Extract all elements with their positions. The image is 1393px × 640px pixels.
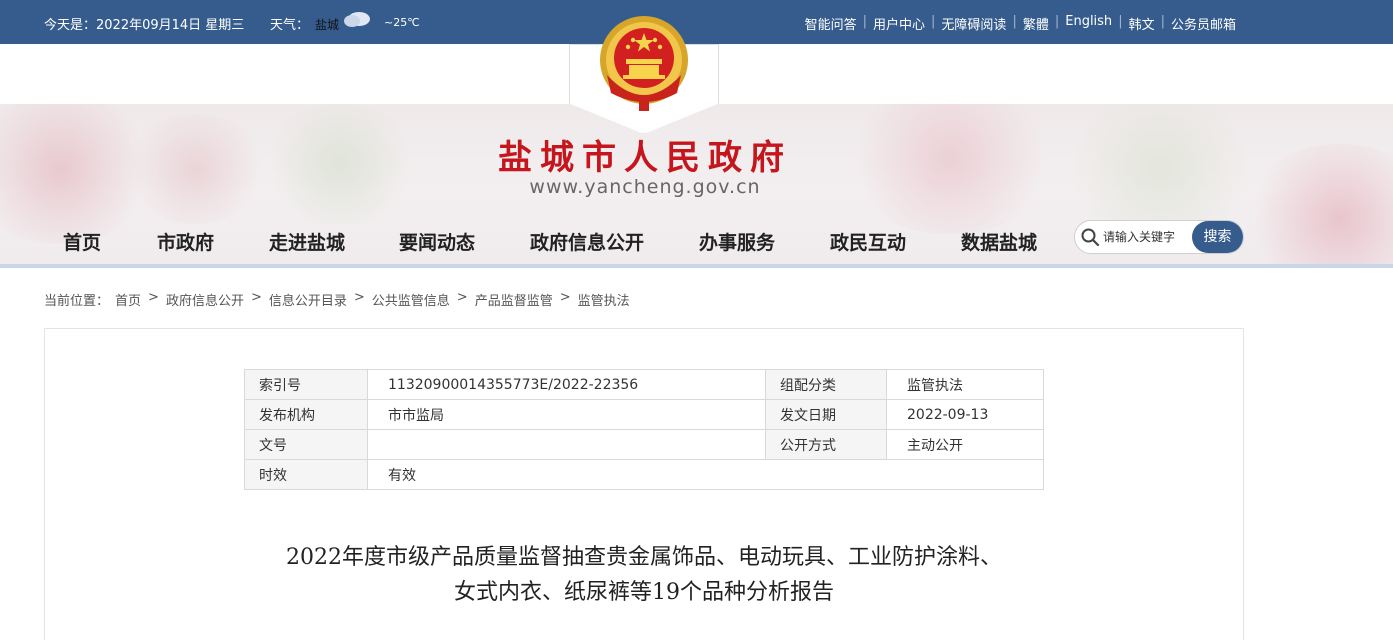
meta-key: 组配分类 xyxy=(765,369,887,400)
link-civil-servant-mail[interactable]: 公务员邮箱 xyxy=(1171,14,1236,33)
breadcrumb-item-enforcement[interactable]: 监管执法 xyxy=(578,290,630,309)
link-separator: | xyxy=(1012,14,1017,29)
meta-key: 公开方式 xyxy=(765,429,887,460)
meta-value: 有效 xyxy=(367,459,1044,490)
breadcrumb: 当前位置： 首页 > 政府信息公开 > 信息公开目录 > 公共监管信息 > 产品… xyxy=(44,290,630,309)
nav-item-about-yancheng[interactable]: 走进盐城 xyxy=(269,228,345,255)
meta-key: 索引号 xyxy=(244,369,368,400)
link-separator: | xyxy=(1160,14,1165,29)
link-separator: | xyxy=(862,14,868,29)
breadcrumb-item-home[interactable]: 首页 xyxy=(115,290,141,309)
link-separator: | xyxy=(1054,14,1060,29)
meta-value xyxy=(367,429,766,460)
breadcrumb-separator: > xyxy=(353,290,365,305)
search-button[interactable]: 搜索 xyxy=(1192,221,1243,253)
meta-value: 2022-09-13 xyxy=(886,399,1044,430)
site-title: 盐城市人民政府 xyxy=(498,138,792,178)
nav-item-city-government[interactable]: 市政府 xyxy=(157,228,214,255)
national-emblem-icon xyxy=(600,16,688,111)
cloud-rain-icon xyxy=(344,12,370,35)
meta-value: 11320900014355773E/2022-22356 xyxy=(367,369,766,400)
weather-city: 盐城 xyxy=(315,18,340,32)
breadcrumb-item-public-supervision[interactable]: 公共监管信息 xyxy=(372,290,450,309)
nav-item-news[interactable]: 要闻动态 xyxy=(399,228,475,255)
nav-item-interaction[interactable]: 政民互动 xyxy=(830,228,906,255)
nav-divider xyxy=(0,264,1393,268)
top-bar: 今天是：2022年09月14日 星期三 天气： 盐城 ~25℃ 智能问答 | 用… xyxy=(0,0,1393,44)
breadcrumb-item-gov-info[interactable]: 政府信息公开 xyxy=(166,290,244,309)
link-user-center[interactable]: 用户中心 xyxy=(873,14,925,33)
breadcrumb-item-product-supervision[interactable]: 产品监督监管 xyxy=(475,290,553,309)
meta-value: 主动公开 xyxy=(886,429,1044,460)
document-title: 2022年度市级产品质量监督抽查贵金属饰品、电动玩具、工业防护涂料、 女式内衣、… xyxy=(244,540,1044,610)
link-separator: | xyxy=(1118,14,1123,29)
breadcrumb-separator: > xyxy=(456,290,468,305)
link-english[interactable]: English xyxy=(1065,14,1112,33)
top-links: 智能问答 | 用户中心 | 无障碍阅读 | 繁體 | English | 韩文 … xyxy=(805,14,1236,33)
meta-key: 时效 xyxy=(244,459,368,490)
nav-item-gov-info-disclosure[interactable]: 政府信息公开 xyxy=(530,228,644,255)
link-korean[interactable]: 韩文 xyxy=(1129,14,1155,33)
document-title-line: 2022年度市级产品质量监督抽查贵金属饰品、电动玩具、工业防护涂料、 xyxy=(286,545,1002,570)
meta-value: 监管执法 xyxy=(886,369,1044,400)
link-separator: | xyxy=(931,14,936,29)
weather-label: 天气： xyxy=(270,18,310,33)
link-smart-qa[interactable]: 智能问答 xyxy=(805,14,857,33)
nav-item-services[interactable]: 办事服务 xyxy=(699,228,775,255)
table-row: 时效 有效 xyxy=(244,459,1044,490)
site-url: www.yancheng.gov.cn xyxy=(529,176,761,198)
weather-temp: ~25℃ xyxy=(384,16,420,29)
search-input[interactable] xyxy=(1103,228,1189,246)
meta-value: 市市监局 xyxy=(367,399,766,430)
link-traditional-chinese[interactable]: 繁體 xyxy=(1023,14,1049,33)
meta-key: 发布机构 xyxy=(244,399,368,430)
nav-item-data-yancheng[interactable]: 数据盐城 xyxy=(961,228,1037,255)
nav-item-home[interactable]: 首页 xyxy=(63,228,101,255)
table-row: 文号 公开方式 主动公开 xyxy=(244,429,1044,460)
breadcrumb-separator: > xyxy=(148,290,159,305)
table-row: 发布机构 市市监局 发文日期 2022-09-13 xyxy=(244,399,1044,430)
current-date: 今天是：2022年09月14日 星期三 xyxy=(44,18,245,33)
table-row: 索引号 11320900014355773E/2022-22356 组配分类 监… xyxy=(244,369,1044,400)
breadcrumb-item-catalog[interactable]: 信息公开目录 xyxy=(269,290,347,309)
breadcrumb-label: 当前位置： xyxy=(44,294,110,309)
meta-key: 发文日期 xyxy=(765,399,887,430)
breadcrumb-separator: > xyxy=(559,290,571,305)
search-icon xyxy=(1081,228,1100,247)
document-title-line: 女式内衣、纸尿裤等19个品种分析报告 xyxy=(454,580,834,605)
meta-key: 文号 xyxy=(244,429,368,460)
document-meta-table: 索引号 11320900014355773E/2022-22356 组配分类 监… xyxy=(244,369,1044,490)
breadcrumb-separator: > xyxy=(250,290,262,305)
link-accessibility[interactable]: 无障碍阅读 xyxy=(941,14,1006,33)
